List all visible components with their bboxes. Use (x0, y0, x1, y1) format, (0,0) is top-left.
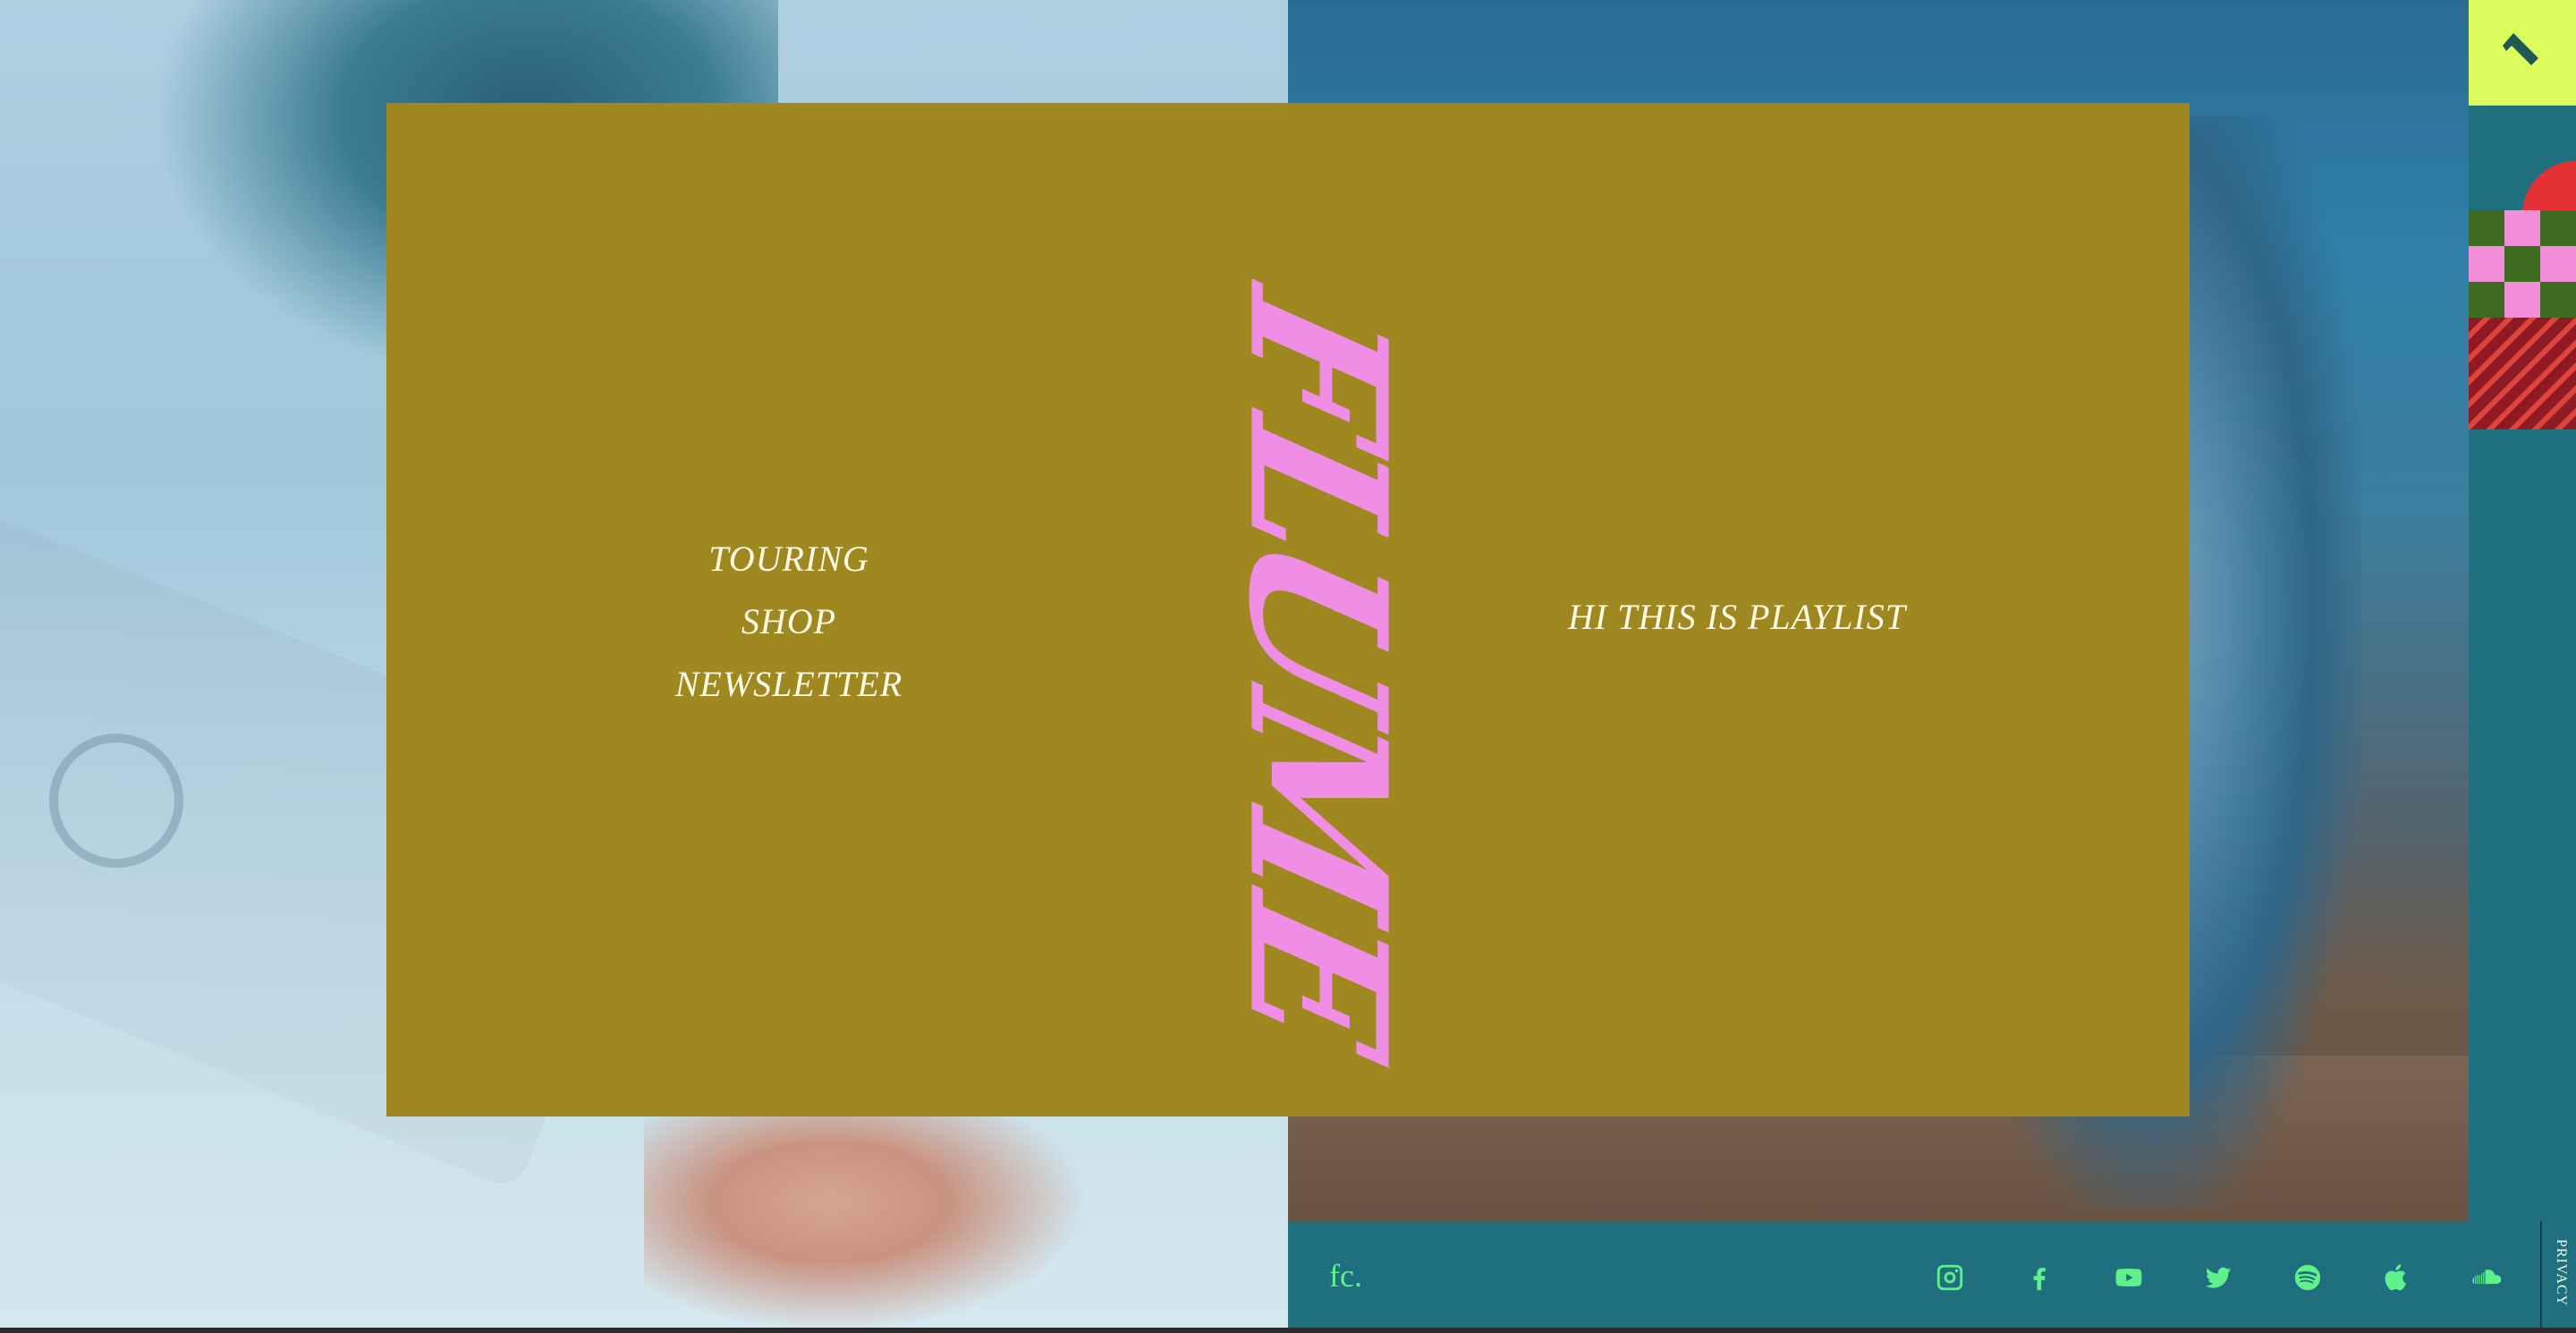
flume-logo: FLUME (1182, 255, 1451, 1087)
social-links (1928, 1255, 2509, 1300)
facebook-link[interactable] (2017, 1255, 2062, 1300)
peace-sticker (49, 734, 183, 868)
apple-music-link[interactable] (2375, 1255, 2419, 1300)
instagram-link[interactable] (1928, 1255, 1972, 1300)
youtube-icon (2115, 1269, 2142, 1286)
spotify-link[interactable] (2285, 1255, 2330, 1300)
side-strip (2469, 0, 2576, 1333)
youtube-link[interactable] (2106, 1255, 2151, 1300)
fc-monogram-link[interactable]: fc. (1329, 1257, 1362, 1295)
person-legs (644, 1109, 1109, 1333)
flume-logo-text: FLUME (1207, 271, 1428, 1071)
footer-bar: fc. (1288, 1221, 2540, 1333)
spotify-icon (2294, 1264, 2321, 1291)
privacy-tab: PRIVACY (2540, 1221, 2576, 1333)
scroll-up-button[interactable] (2469, 0, 2576, 106)
instagram-icon (1936, 1264, 1963, 1291)
bottom-edge (0, 1328, 2576, 1333)
twitter-link[interactable] (2196, 1255, 2241, 1300)
privacy-link[interactable]: PRIVACY (2553, 1239, 2569, 1306)
nav-newsletter-link[interactable]: NEWSLETTER (675, 653, 902, 716)
decorative-pattern (2469, 161, 2576, 429)
twitter-icon (2205, 1267, 2232, 1288)
checker-pattern (2469, 210, 2576, 318)
main-panel: TOURING SHOP NEWSLETTER FLUME HI THIS IS… (386, 103, 2190, 1116)
stripe-pattern (2469, 318, 2576, 429)
playlist-link[interactable]: HI THIS IS PLAYLIST (1513, 586, 1961, 649)
soundcloud-icon (2472, 1269, 2502, 1285)
nav-shop-link[interactable]: SHOP (741, 590, 836, 653)
arrow-up-left-icon (2503, 33, 2538, 65)
soundcloud-link[interactable] (2464, 1255, 2509, 1300)
facebook-icon (2033, 1268, 2046, 1291)
main-nav: TOURING SHOP NEWSLETTER (673, 528, 905, 716)
nav-touring-link[interactable]: TOURING (708, 528, 869, 590)
apple-icon (2385, 1264, 2406, 1291)
